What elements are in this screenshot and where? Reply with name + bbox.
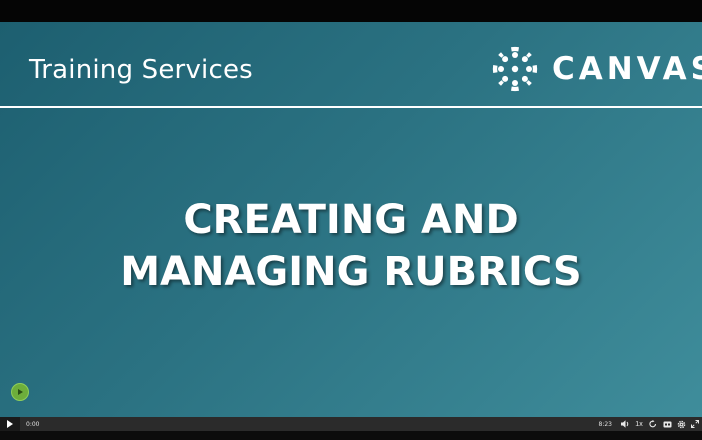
captions-button[interactable] <box>660 417 674 431</box>
canvas-logo: CANVAS <box>492 46 702 92</box>
volume-icon <box>620 420 628 428</box>
play-icon <box>7 420 13 428</box>
progress-track[interactable] <box>45 417 592 431</box>
fullscreen-button[interactable] <box>688 417 702 431</box>
headline-line-1: CREATING AND <box>183 197 519 243</box>
current-time: 0:00 <box>26 420 40 428</box>
headline-line-2: MANAGING RUBRICS <box>120 249 582 295</box>
title-divider <box>0 106 702 108</box>
settings-button[interactable] <box>674 417 688 431</box>
bottom-strip <box>0 431 702 440</box>
top-bar <box>0 0 702 22</box>
settings-icon <box>677 420 685 428</box>
canvas-logo-icon <box>492 46 538 92</box>
volume-button[interactable] <box>618 417 632 431</box>
speed-button[interactable]: 1x <box>632 417 646 431</box>
replay-button[interactable] <box>646 417 660 431</box>
play-button[interactable] <box>0 417 20 431</box>
slide-title: Training Services <box>29 55 253 85</box>
pointer-indicator <box>11 383 29 401</box>
canvas-wordmark: CANVAS <box>552 51 702 87</box>
player-controls: 0:00 8:23 1x <box>0 417 702 431</box>
video-frame[interactable]: Training Services CANVAS CREATING AND MA… <box>0 22 702 417</box>
captions-icon <box>663 421 671 427</box>
slide-headline: CREATING AND MANAGING RUBRICS <box>0 194 702 298</box>
fullscreen-icon <box>691 420 699 428</box>
duration: 8:23 <box>598 420 612 428</box>
replay-icon <box>649 420 657 428</box>
video-player: Training Services CANVAS CREATING AND MA… <box>0 0 702 440</box>
